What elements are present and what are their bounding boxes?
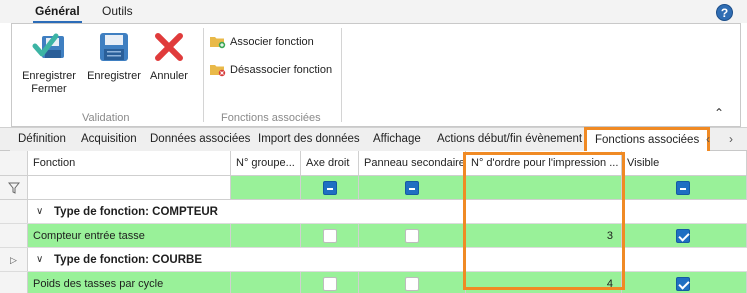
tab-donnees-associees[interactable]: Données associées [142,128,260,151]
col-header-fonction[interactable]: Fonction [28,151,231,175]
filter-checkbox-visible[interactable] [676,181,690,195]
folder-remove-icon [210,65,226,77]
cell-ordre[interactable]: 4 [466,272,622,293]
filter-icon[interactable] [8,182,20,194]
checkbox-panneau-secondaire[interactable] [405,277,419,291]
page-tab-strip: Définition Acquisition Données associées… [0,127,747,154]
filter-cell-groupe[interactable] [231,176,301,199]
group-row[interactable]: ∨ Type de fonction: COMPTEUR [0,200,747,224]
ribbon-divider [203,28,204,122]
cell-visible[interactable] [622,224,747,247]
checkbox-visible[interactable] [676,229,690,243]
ribbon: Enregistrer Fermer Enregistrer Annuler V… [11,23,741,127]
close-icon [155,33,183,61]
grid-filter-row [0,176,747,200]
associate-function-button[interactable]: Associer fonction [209,34,314,49]
tab-scroll-left-icon[interactable]: ‹ [706,132,710,146]
tab-definition[interactable]: Définition [10,128,75,151]
col-header-groupe[interactable]: N° groupe... [231,151,301,175]
col-header-ordre-impression[interactable]: N° d'ordre pour l'impression ... [466,151,622,175]
save-label: Enregistrer [87,70,141,82]
ribbon-divider [341,28,342,122]
filter-cell-visible[interactable] [622,176,747,199]
row-indicator-icon: ▷ [10,255,17,265]
cell-visible[interactable] [622,272,747,293]
checkbox-visible[interactable] [676,277,690,291]
filter-cell-axe-droit[interactable] [301,176,359,199]
table-row[interactable]: Compteur entrée tasse 3 [0,224,747,248]
cancel-button[interactable]: Annuler [148,30,190,83]
filter-cell-fonction[interactable] [28,176,231,199]
cell-groupe[interactable] [231,224,301,247]
chevron-down-icon[interactable]: ∨ [36,200,43,224]
ribbon-tab-bar: Général Outils ? [0,0,747,23]
associate-function-label: Associer fonction [230,35,314,48]
group-title: Type de fonction: COMPTEUR [54,206,218,218]
filter-cell-panneau-secondaire[interactable] [359,176,466,199]
cell-groupe[interactable] [231,272,301,293]
ordre-value: 3 [606,230,613,242]
save-close-button[interactable]: Enregistrer Fermer [22,30,76,96]
save-icon [100,33,128,61]
row-gutter: ▷ [0,248,28,271]
cancel-label: Annuler [150,70,188,82]
cell-axe-droit[interactable] [301,224,359,247]
checkbox-panneau-secondaire[interactable] [405,229,419,243]
filter-checkbox-panneau[interactable] [405,181,419,195]
ordre-value: 4 [606,278,613,290]
cell-ordre[interactable]: 3 [466,224,622,247]
filter-checkbox-axe-droit[interactable] [323,181,337,195]
save-button[interactable]: Enregistrer [86,30,142,83]
tab-actions-debut-fin[interactable]: Actions début/fin évènement [429,128,592,151]
tab-import-donnees[interactable]: Import des données [250,128,369,151]
tab-acquisition[interactable]: Acquisition [73,128,146,151]
row-gutter [0,224,28,247]
ribbon-collapse-icon[interactable]: ⌃ [714,106,724,120]
dissociate-function-button[interactable]: Désassocier fonction [209,62,332,77]
tab-affichage[interactable]: Affichage [365,128,430,151]
save-close-icon [32,33,64,58]
dissociate-function-label: Désassocier fonction [230,63,333,76]
save-close-label: Enregistrer Fermer [22,70,76,95]
cell-fonction[interactable]: Poids des tasses par cycle [28,272,231,293]
group-row[interactable]: ▷ ∨ Type de fonction: COURBE [0,248,747,272]
col-header-axe-droit[interactable]: Axe droit [301,151,359,175]
help-icon[interactable]: ? [716,4,733,21]
row-gutter [0,176,28,199]
cell-panneau-secondaire[interactable] [359,224,466,247]
cell-axe-droit[interactable] [301,272,359,293]
chevron-down-icon[interactable]: ∨ [36,248,43,272]
grid-header-row: Fonction N° groupe... Axe droit Panneau … [0,151,747,176]
checkbox-axe-droit[interactable] [323,229,337,243]
checkbox-axe-droit[interactable] [323,277,337,291]
filter-cell-ordre[interactable] [466,176,622,199]
col-header-visible[interactable]: Visible [622,151,747,175]
group-title: Type de fonction: COURBE [54,254,203,266]
ribbon-tab-outils[interactable]: Outils [102,4,133,18]
table-row[interactable]: Poids des tasses par cycle 4 [0,272,747,293]
cell-panneau-secondaire[interactable] [359,272,466,293]
tab-scroll-right-icon[interactable]: › [729,132,733,146]
col-header-panneau-secondaire[interactable]: Panneau secondaire [359,151,466,175]
functions-grid: Fonction N° groupe... Axe droit Panneau … [0,151,747,293]
ribbon-tab-general[interactable]: Général [33,4,82,23]
row-gutter [0,272,28,293]
group-label-validation: Validation [82,112,130,124]
folder-add-icon [210,37,226,49]
row-gutter [0,151,28,175]
cell-fonction[interactable]: Compteur entrée tasse [28,224,231,247]
group-label-fonctions: Fonctions associées [221,112,321,124]
tab-fonctions-associees[interactable]: Fonctions associées [584,127,711,154]
row-gutter [0,200,28,223]
